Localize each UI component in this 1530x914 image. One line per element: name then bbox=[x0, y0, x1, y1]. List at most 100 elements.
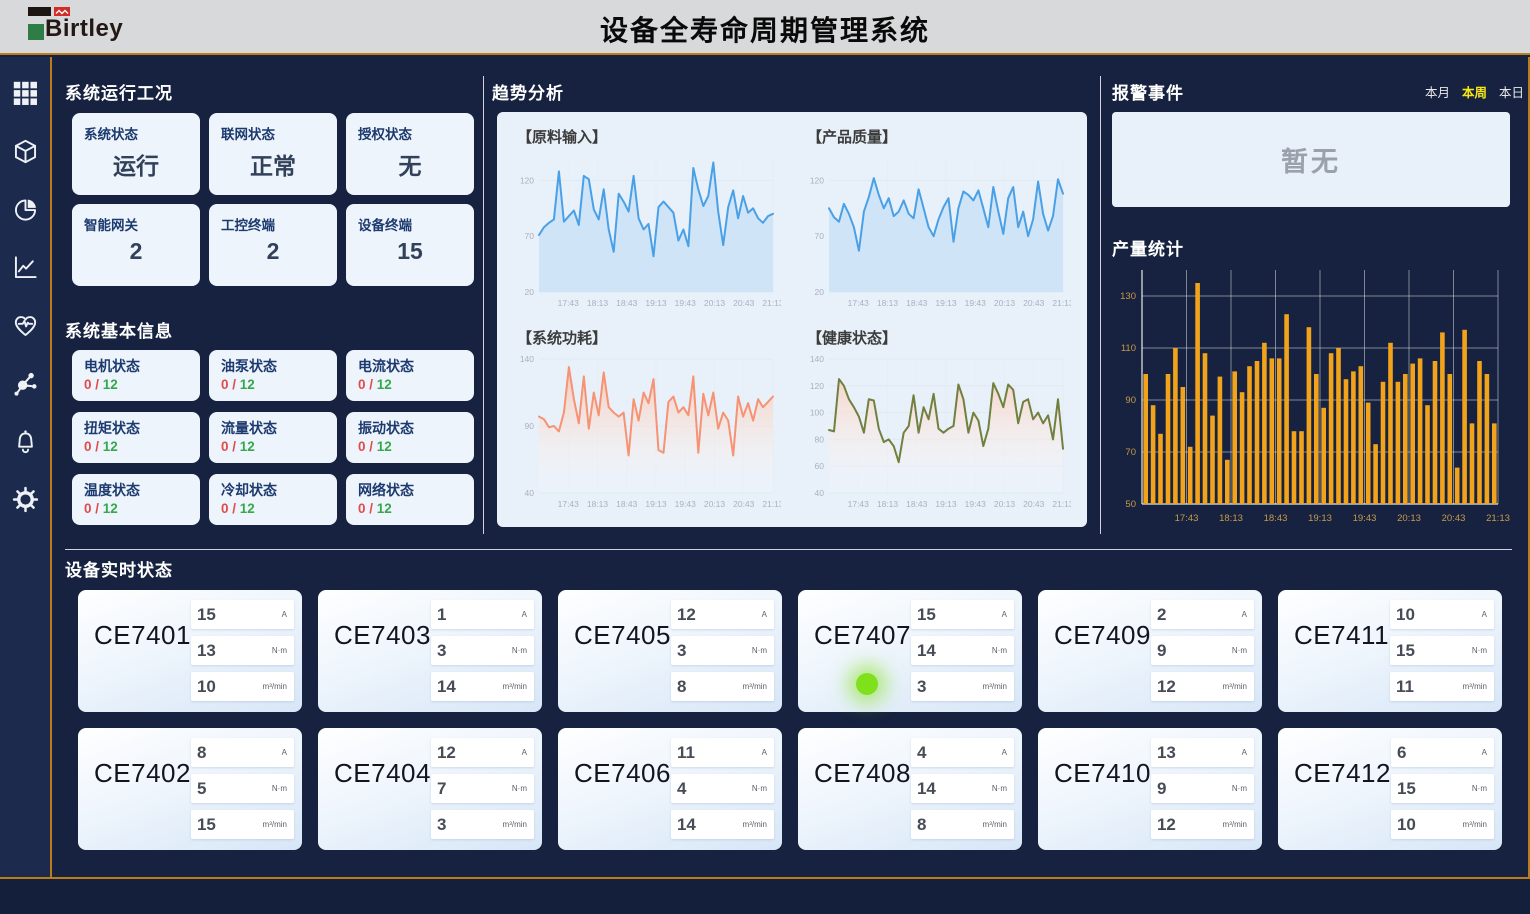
metric-value: 2 bbox=[1157, 605, 1166, 625]
metric-value: 1 bbox=[437, 605, 446, 625]
equipment-metrics: 11A4N·m14m³/min bbox=[671, 738, 774, 850]
svg-text:19:43: 19:43 bbox=[965, 298, 987, 308]
metric-value: 3 bbox=[437, 641, 446, 661]
line-chart-icon[interactable] bbox=[11, 253, 39, 281]
info-card: 振动状态0 / 12 bbox=[346, 412, 474, 463]
info-card-label: 冷却状态 bbox=[221, 480, 325, 500]
equipment-metric: 12m³/min bbox=[1151, 810, 1254, 839]
alarm-tab-本周[interactable]: 本周 bbox=[1462, 82, 1487, 101]
cube-icon[interactable] bbox=[11, 137, 39, 165]
equipment-card-CE7403[interactable]: CE74031A3N·m14m³/min bbox=[318, 590, 542, 712]
info-card-value: 0 / 12 bbox=[84, 439, 188, 454]
equipment-metric: 14m³/min bbox=[671, 810, 774, 839]
section-title-equipment: 设备实时状态 bbox=[65, 556, 173, 581]
metric-value: 12 bbox=[677, 605, 696, 625]
status-card: 智能网关2 bbox=[72, 204, 200, 286]
info-card-value: 0 / 12 bbox=[84, 501, 188, 516]
chart-title-raw-input: 【原料输入】 bbox=[517, 126, 785, 146]
equipment-card-CE7407[interactable]: CE740715A14N·m3m³/min bbox=[798, 590, 1022, 712]
metric-unit: N·m bbox=[1232, 646, 1247, 655]
equipment-card-CE7401[interactable]: CE740115A13N·m10m³/min bbox=[78, 590, 302, 712]
info-card: 电流状态0 / 12 bbox=[346, 350, 474, 401]
trend-cell-power: 【系统功耗】 140904017:4318:1318:4319:1319:432… bbox=[509, 321, 785, 520]
section-title-system-status: 系统运行工况 bbox=[65, 79, 173, 104]
equipment-metrics: 12A7N·m3m³/min bbox=[431, 738, 534, 850]
metric-unit: A bbox=[762, 610, 767, 619]
pie-chart-icon[interactable] bbox=[11, 195, 39, 223]
equipment-card-CE7411[interactable]: CE741110A15N·m11m³/min bbox=[1278, 590, 1502, 712]
metric-unit: m³/min bbox=[263, 820, 287, 829]
equipment-metric: 13N·m bbox=[191, 636, 294, 665]
svg-text:20:43: 20:43 bbox=[1023, 499, 1045, 509]
info-total-count: 12 bbox=[377, 501, 392, 516]
equipment-card-CE7409[interactable]: CE74092A9N·m12m³/min bbox=[1038, 590, 1262, 712]
svg-text:100: 100 bbox=[810, 407, 824, 417]
status-card-label: 系统状态 bbox=[84, 123, 188, 143]
equipment-metric: 3m³/min bbox=[911, 672, 1014, 701]
metric-value: 15 bbox=[1396, 641, 1415, 661]
metric-value: 3 bbox=[917, 677, 926, 697]
info-card-label: 流量状态 bbox=[221, 418, 325, 438]
info-current-count: 0 bbox=[221, 501, 229, 516]
status-card-label: 设备终端 bbox=[358, 214, 462, 234]
equipment-metrics: 13A9N·m12m³/min bbox=[1151, 738, 1254, 850]
equipment-card-CE7405[interactable]: CE740512A3N·m8m³/min bbox=[558, 590, 782, 712]
equipment-metric: 4A bbox=[911, 738, 1014, 767]
equipment-name: CE7410 bbox=[1038, 728, 1151, 850]
svg-text:19:43: 19:43 bbox=[1353, 513, 1377, 524]
equipment-metric: 3N·m bbox=[671, 636, 774, 665]
svg-text:17:43: 17:43 bbox=[848, 298, 870, 308]
metric-value: 8 bbox=[917, 815, 926, 835]
alarm-tab-本日[interactable]: 本日 bbox=[1499, 82, 1524, 101]
molecule-icon[interactable] bbox=[11, 369, 39, 397]
metric-value: 3 bbox=[677, 641, 686, 661]
svg-text:80: 80 bbox=[815, 434, 825, 444]
section-title-production: 产量统计 bbox=[1112, 235, 1184, 260]
metric-unit: N·m bbox=[1472, 646, 1487, 655]
svg-text:20:13: 20:13 bbox=[1397, 513, 1421, 524]
equipment-card-CE7406[interactable]: CE740611A4N·m14m³/min bbox=[558, 728, 782, 850]
equipment-card-CE7408[interactable]: CE74084A14N·m8m³/min bbox=[798, 728, 1022, 850]
metric-value: 13 bbox=[197, 641, 216, 661]
svg-text:18:13: 18:13 bbox=[587, 298, 609, 308]
status-indicator-dot bbox=[856, 673, 878, 695]
bell-icon[interactable] bbox=[11, 427, 39, 455]
apps-grid-icon[interactable] bbox=[11, 79, 39, 107]
gear-icon[interactable] bbox=[11, 485, 39, 513]
info-total-count: 12 bbox=[240, 501, 255, 516]
equipment-card-CE7412[interactable]: CE74126A15N·m10m³/min bbox=[1278, 728, 1502, 850]
health-pulse-icon[interactable] bbox=[11, 311, 39, 339]
metric-unit: m³/min bbox=[1223, 682, 1247, 691]
info-total-count: 12 bbox=[377, 439, 392, 454]
svg-text:18:43: 18:43 bbox=[616, 298, 638, 308]
svg-text:40: 40 bbox=[525, 488, 535, 498]
equipment-name: CE7402 bbox=[78, 728, 191, 850]
equipment-card-CE7410[interactable]: CE741013A9N·m12m³/min bbox=[1038, 728, 1262, 850]
metric-value: 10 bbox=[1397, 815, 1416, 835]
status-card: 系统状态运行 bbox=[72, 113, 200, 195]
section-title-system-info: 系统基本信息 bbox=[65, 317, 173, 342]
svg-text:19:13: 19:13 bbox=[645, 298, 667, 308]
equipment-metric: 12 A bbox=[671, 600, 774, 629]
svg-text:18:43: 18:43 bbox=[906, 499, 928, 509]
info-current-count: 0 bbox=[358, 501, 366, 516]
equipment-card-CE7402[interactable]: CE74028A5N·m15m³/min bbox=[78, 728, 302, 850]
alarm-tab-本月[interactable]: 本月 bbox=[1425, 82, 1450, 101]
equipment-metric: 2A bbox=[1151, 600, 1254, 629]
info-current-count: 0 bbox=[358, 377, 366, 392]
equipment-card-CE7404[interactable]: CE740412A7N·m3m³/min bbox=[318, 728, 542, 850]
equipment-metric: 7N·m bbox=[431, 774, 534, 803]
svg-text:20:13: 20:13 bbox=[994, 298, 1016, 308]
column-divider-right bbox=[1100, 76, 1101, 534]
metric-unit: A bbox=[1002, 748, 1007, 757]
metric-value: 12 bbox=[437, 743, 456, 763]
svg-text:120: 120 bbox=[810, 380, 824, 390]
metric-unit: A bbox=[522, 610, 527, 619]
equipment-metrics: 8A5N·m15m³/min bbox=[191, 738, 294, 850]
metric-unit: N·m bbox=[752, 784, 767, 793]
equipment-metrics: 1A3N·m14m³/min bbox=[431, 600, 534, 712]
svg-text:20:43: 20:43 bbox=[733, 499, 755, 509]
alarm-period-tabs: 本月本周本日 bbox=[1425, 82, 1524, 101]
equipment-name: CE7405 bbox=[558, 590, 671, 712]
equipment-metric: 14m³/min bbox=[431, 672, 534, 701]
